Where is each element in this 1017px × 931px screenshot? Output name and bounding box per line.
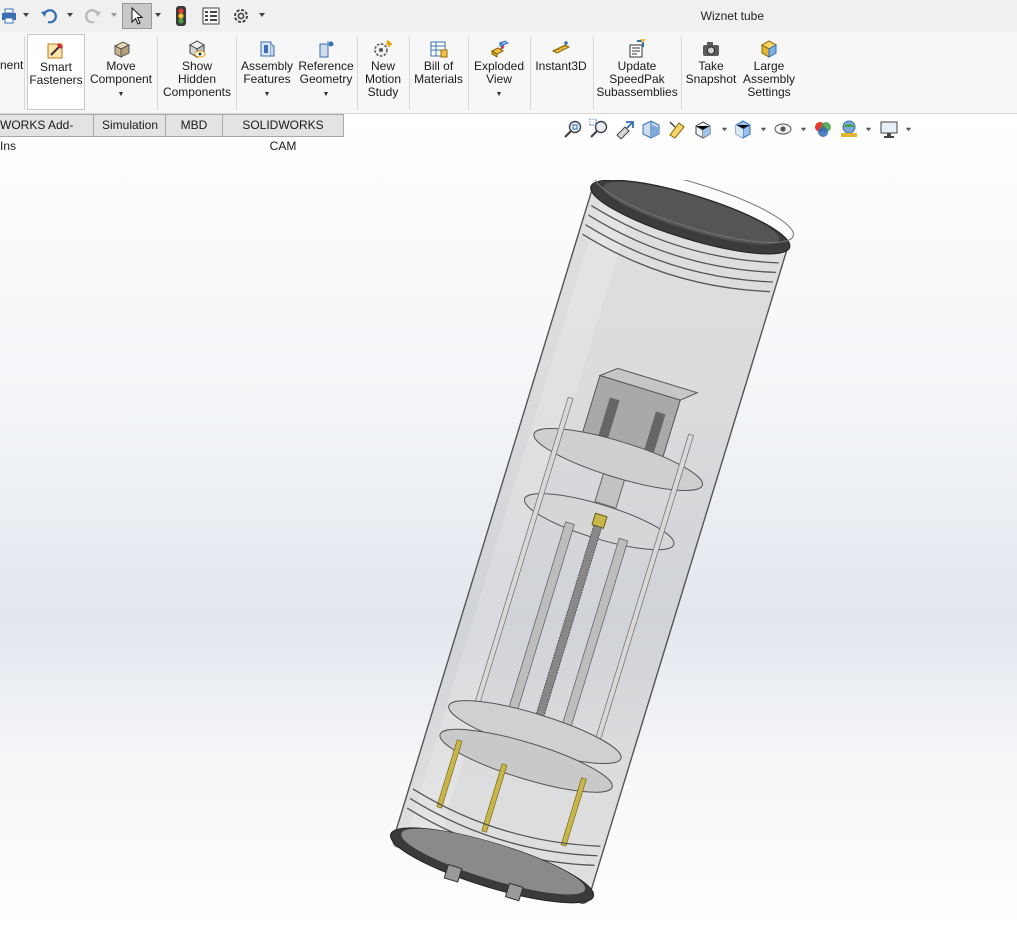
view-orientation-icon[interactable] — [693, 119, 713, 139]
camera-icon — [703, 42, 719, 56]
bill-of-materials-button[interactable]: Bill of Materials — [411, 34, 466, 110]
take-snapshot-button[interactable]: Take Snapshot — [683, 34, 739, 110]
show-hidden-components-button[interactable]: Show Hidden Components — [160, 34, 234, 110]
assembly-features-label: Assembly Features — [240, 59, 293, 86]
exploded-view-label: Exploded View — [473, 59, 525, 86]
assembly-features-icon — [260, 41, 275, 57]
update-speedpak-label: Update SpeedPak Subassemblies — [596, 59, 678, 99]
ribbon-separator — [593, 36, 594, 110]
title-bar: Wiznet tube — [0, 0, 1017, 32]
large-assembly-settings-button[interactable]: Large Assembly Settings — [740, 34, 798, 110]
ribbon-separator — [409, 36, 410, 110]
ribbon-separator — [24, 36, 25, 110]
exploded-view-dropdown-icon[interactable]: ▼ — [496, 88, 503, 101]
apply-scene-icon[interactable] — [839, 119, 859, 139]
move-component-dropdown-icon[interactable]: ▼ — [118, 88, 125, 101]
smart-fasteners-label: Smart Fasteners — [29, 60, 83, 87]
smart-fasteners-icon — [47, 43, 63, 59]
bom-icon — [430, 41, 447, 58]
window-title: Wiznet tube — [700, 9, 764, 23]
motion-study-icon — [374, 40, 392, 57]
move-component-button[interactable]: Move Component ▼ — [86, 34, 156, 110]
ribbon-separator — [468, 36, 469, 110]
view-settings-icon[interactable] — [879, 119, 899, 139]
dynamic-annotation-icon[interactable] — [667, 119, 687, 139]
view-orientation-dropdown-icon[interactable] — [721, 126, 728, 133]
command-manager-tabs: WORKS Add-Ins Simulation MBD SOLIDWORKS … — [0, 114, 344, 153]
ribbon-separator — [681, 36, 682, 110]
exploded-view-icon — [490, 40, 509, 58]
view-settings-dropdown-icon[interactable] — [905, 126, 912, 133]
display-style-icon[interactable] — [733, 119, 753, 139]
ribbon-separator — [530, 36, 531, 110]
command-manager-ribbon: nent Smart Fasteners Move Component ▼ Sh… — [0, 32, 1017, 114]
instant3d-label: Instant3D — [535, 59, 587, 73]
apply-scene-dropdown-icon[interactable] — [865, 126, 872, 133]
instant3d-icon — [551, 41, 571, 54]
ribbon-separator — [357, 36, 358, 110]
heads-up-view-toolbar — [563, 119, 923, 141]
speedpak-icon — [629, 39, 646, 58]
exploded-view-button[interactable]: Exploded View ▼ — [470, 34, 528, 110]
instant3d-button[interactable]: Instant3D — [532, 34, 590, 110]
reference-geometry-icon — [319, 41, 334, 58]
smart-fasteners-button[interactable]: Smart Fasteners — [27, 34, 85, 110]
reference-geometry-dropdown-icon[interactable]: ▼ — [323, 88, 330, 101]
assembly-features-button[interactable]: Assembly Features ▼ — [238, 34, 296, 110]
tab-mbd[interactable]: MBD — [166, 114, 223, 137]
zoom-to-fit-icon[interactable] — [563, 119, 583, 139]
hide-show-dropdown-icon[interactable] — [800, 126, 807, 133]
truncated-ribbon-button[interactable]: nent — [0, 59, 24, 79]
new-motion-study-button[interactable]: New Motion Study — [360, 34, 406, 110]
tube-assembly-model[interactable] — [380, 180, 800, 910]
large-assembly-settings-label: Large Assembly Settings — [742, 59, 795, 99]
new-motion-study-label: New Motion Study — [364, 59, 402, 99]
reference-geometry-button[interactable]: Reference Geometry ▼ — [297, 34, 355, 110]
tab-solidworks-cam[interactable]: SOLIDWORKS CAM — [223, 114, 344, 153]
hide-show-icon[interactable] — [773, 119, 793, 139]
show-hidden-icon — [188, 40, 206, 58]
edit-appearance-icon[interactable] — [813, 119, 833, 139]
display-style-dropdown-icon[interactable] — [760, 126, 767, 133]
tab-add-ins[interactable]: WORKS Add-Ins — [0, 114, 94, 153]
section-view-icon[interactable] — [641, 119, 661, 139]
ribbon-separator — [236, 36, 237, 110]
take-snapshot-label: Take Snapshot — [685, 59, 737, 86]
ribbon-separator — [157, 36, 158, 110]
truncated-ribbon-label: nent — [0, 58, 24, 72]
bill-of-materials-label: Bill of Materials — [414, 59, 463, 86]
assembly-features-dropdown-icon[interactable]: ▼ — [264, 88, 271, 101]
move-component-icon — [113, 41, 131, 58]
move-component-label: Move Component — [89, 59, 153, 86]
previous-view-icon[interactable] — [615, 119, 635, 139]
tab-simulation[interactable]: Simulation — [94, 114, 166, 137]
reference-geometry-label: Reference Geometry — [298, 59, 354, 86]
zoom-to-area-icon[interactable] — [589, 119, 609, 139]
show-hidden-components-label: Show Hidden Components — [162, 59, 232, 99]
update-speedpak-button[interactable]: Update SpeedPak Subassemblies — [595, 34, 679, 110]
large-assembly-icon — [760, 40, 778, 58]
